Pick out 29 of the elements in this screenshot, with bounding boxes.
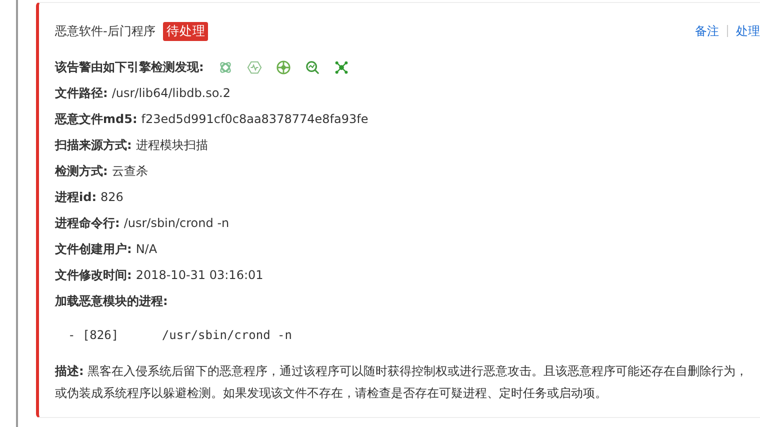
section-label: 加载恶意模块的进程: [55, 292, 168, 310]
description-text: 描述: 黑客在入侵系统后留下的恶意程序，通过该程序可以随时获得控制权或进行恶意攻击。且该恶意程序可能还存在自删除行为，或伪装成系统程序以躲避检测。如果发现该文件不存在，请检查是否存在可疑进程、定时任务或启动项。 [55, 363, 749, 402]
field-value: f23ed5d991cf0c8aa8378774e8fa93fe [141, 112, 368, 126]
action-link[interactable]: 备注 [695, 22, 719, 40]
field-label: 进程命令行: [55, 214, 120, 232]
field-label: 扫描来源方式: [55, 136, 132, 154]
alert-title: 恶意软件-后门程序 [55, 22, 156, 40]
field-label: 文件修改时间: [55, 266, 132, 284]
hexagon-pulse-icon [246, 60, 262, 74]
action-link[interactable]: 处理 [736, 22, 760, 40]
field-label: 进程id: [55, 188, 97, 206]
field-value: /usr/sbin/crond -n [124, 216, 230, 230]
field-label: 文件路径: [55, 84, 108, 102]
status-tag: 待处理 [163, 22, 208, 40]
field-label: 恶意文件md5: [55, 110, 138, 128]
globe-icon [276, 60, 291, 74]
field-value: N/A [136, 242, 158, 256]
search-chart-icon [304, 60, 320, 74]
engines-label: 该告警由如下引擎检测发现: [55, 58, 204, 76]
field-value: 进程模块扫描 [136, 136, 208, 154]
atom-icon [218, 60, 233, 74]
field-value: 云查杀 [112, 162, 148, 180]
field-value: 2018-10-31 03:16:01 [136, 268, 264, 282]
field-label: 检测方式: [55, 162, 108, 180]
field-label: 文件创建用户: [55, 240, 132, 258]
field-value: /usr/lib64/libdb.so.2 [112, 86, 230, 100]
network-nodes-icon [334, 60, 349, 74]
process-line: - [826] /usr/sbin/crond -n [68, 328, 292, 342]
field-value: 826 [100, 190, 124, 204]
